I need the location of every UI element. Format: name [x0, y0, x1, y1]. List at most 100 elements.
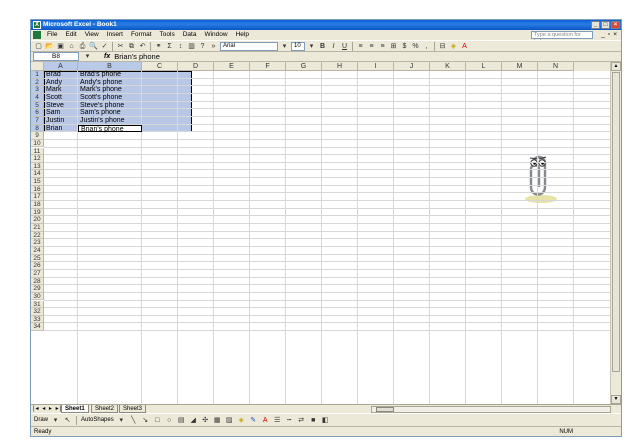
line-style-icon[interactable]: ☰	[273, 416, 282, 425]
row-header[interactable]: 16	[31, 185, 44, 194]
row-header[interactable]: 20	[31, 216, 44, 224]
row-header[interactable]: 11	[31, 147, 44, 156]
column-header[interactable]: A	[44, 62, 78, 71]
scroll-down-icon[interactable]: ▼	[611, 395, 621, 404]
line-color-icon[interactable]: ✎	[249, 416, 258, 425]
borders-icon[interactable]: ⊟	[438, 42, 447, 51]
chevron-down-icon[interactable]: ▾	[307, 42, 316, 51]
workbook-icon[interactable]	[33, 31, 41, 39]
arrow-style-icon[interactable]: ⇄	[297, 416, 306, 425]
column-header[interactable]: N	[538, 62, 574, 71]
help-search-input[interactable]: Type a question for help	[531, 31, 593, 45]
row-header[interactable]: 34	[31, 323, 44, 332]
row-header[interactable]: 1	[31, 71, 44, 79]
chevron-down-icon[interactable]: ▾	[51, 416, 60, 425]
print-icon[interactable]: ⎙	[78, 42, 87, 51]
help-icon[interactable]: ?	[198, 42, 207, 51]
row-header[interactable]: 2	[31, 78, 44, 87]
scroll-up-icon[interactable]: ▲	[611, 62, 621, 71]
cell-phone[interactable]: Mark's phone	[78, 86, 142, 94]
dash-style-icon[interactable]: ┅	[285, 416, 294, 425]
fill-color-icon[interactable]: ◈	[237, 416, 246, 425]
draw-menu[interactable]: Draw	[34, 417, 48, 423]
row-header[interactable]: 15	[31, 178, 44, 186]
row-header[interactable]: 6	[31, 109, 44, 117]
cell-phone[interactable]: Sam's phone	[78, 109, 142, 117]
diagram-icon[interactable]: ✣	[201, 416, 210, 425]
active-cell[interactable]: Brian's phone	[78, 124, 142, 133]
row-header[interactable]: 13	[31, 162, 44, 171]
row-header[interactable]: 8	[31, 124, 44, 133]
row-header[interactable]: 32	[31, 308, 44, 316]
copy-icon[interactable]: ⧉	[127, 42, 136, 51]
permission-icon[interactable]: ⌂	[67, 42, 76, 51]
font-size-select[interactable]: 10	[291, 41, 305, 51]
column-header[interactable]: M	[502, 62, 538, 71]
tab-sheet1[interactable]: Sheet1	[61, 405, 89, 413]
column-header[interactable]: F	[250, 62, 286, 71]
clipart-icon[interactable]: ▦	[213, 416, 222, 425]
row-header[interactable]: 17	[31, 193, 44, 202]
align-right-icon[interactable]: ≡	[378, 42, 387, 51]
sheet-navigation-icons[interactable]: |◂ ◂ ▸ ▸|	[33, 405, 62, 413]
tab-sheet2[interactable]: Sheet2	[91, 405, 119, 413]
column-header[interactable]: E	[214, 62, 250, 71]
column-header[interactable]: C	[142, 62, 178, 71]
line-icon[interactable]: ╲	[129, 416, 138, 425]
percent-button[interactable]: %	[411, 42, 420, 51]
align-left-icon[interactable]: ≡	[356, 42, 365, 51]
row-header[interactable]: 30	[31, 292, 44, 301]
print-preview-icon[interactable]: 🔍	[89, 42, 98, 51]
font-name-select[interactable]: Arial	[220, 41, 278, 51]
row-header[interactable]: 31	[31, 300, 44, 309]
cell-phone[interactable]: Brad's phone	[78, 71, 142, 79]
picture-icon[interactable]: ▨	[225, 416, 234, 425]
cell-phone[interactable]: Steve's phone	[78, 102, 142, 110]
textbox-icon[interactable]: ▤	[177, 416, 186, 425]
horizontal-scrollbar[interactable]	[371, 406, 611, 413]
select-objects-icon[interactable]: ↖	[63, 416, 72, 425]
toolbar-options-icon[interactable]: »	[209, 42, 218, 51]
chevron-down-icon[interactable]: ▾	[117, 416, 126, 425]
row-header[interactable]: 7	[31, 116, 44, 125]
row-header[interactable]: 21	[31, 224, 44, 232]
arrow-icon[interactable]: ↘	[141, 416, 150, 425]
menu-format[interactable]: Format	[127, 30, 156, 40]
cell-name[interactable]: Scott	[44, 94, 78, 102]
fill-color-icon[interactable]: ◈	[449, 42, 458, 51]
row-header[interactable]: 28	[31, 277, 44, 286]
merge-center-icon[interactable]: ⊞	[389, 42, 398, 51]
row-header[interactable]: 26	[31, 262, 44, 270]
worksheet-grid[interactable]: ABCDEFGHIJKLMN 1 2 3 4 5 6 7 8 9 10 11 12 13 14 15 16 17…	[31, 62, 612, 404]
row-header[interactable]: 5	[31, 101, 44, 110]
row-header[interactable]: 29	[31, 285, 44, 293]
underline-button[interactable]: U	[340, 42, 349, 51]
menu-tools[interactable]: Tools	[156, 30, 179, 40]
cell-name[interactable]: Justin	[44, 117, 78, 125]
hscroll-thumb[interactable]	[376, 407, 394, 412]
column-header[interactable]: J	[394, 62, 430, 71]
cell-name[interactable]: Steve	[44, 102, 78, 110]
chart-wizard-icon[interactable]: ▥	[187, 42, 196, 51]
row-header[interactable]: 27	[31, 269, 44, 278]
row-header[interactable]: 4	[31, 93, 44, 102]
menu-view[interactable]: View	[81, 30, 103, 40]
cell-phone[interactable]: Justin's phone	[78, 117, 142, 125]
autoshapes-menu[interactable]: AutoShapes	[81, 417, 114, 423]
save-icon[interactable]: ▣	[56, 42, 65, 51]
vertical-scrollbar[interactable]: ▲ ▼	[610, 62, 621, 404]
name-box[interactable]: B8	[33, 52, 79, 61]
column-header[interactable]: D	[178, 62, 214, 71]
cell-name[interactable]: Brian	[44, 125, 78, 133]
font-color-icon[interactable]: A	[460, 42, 469, 51]
oval-icon[interactable]: ○	[165, 416, 174, 425]
cell-name[interactable]: Brad	[44, 71, 78, 79]
autosum-icon[interactable]: Σ	[165, 42, 174, 51]
column-header[interactable]: K	[430, 62, 466, 71]
new-icon[interactable]: ▢	[34, 42, 43, 51]
chevron-down-icon[interactable]: ▾	[280, 42, 289, 51]
sort-icon[interactable]: ↕	[176, 42, 185, 51]
formula-input[interactable]: Brian's phone	[114, 52, 160, 61]
align-center-icon[interactable]: ≡	[367, 42, 376, 51]
column-header[interactable]: I	[358, 62, 394, 71]
